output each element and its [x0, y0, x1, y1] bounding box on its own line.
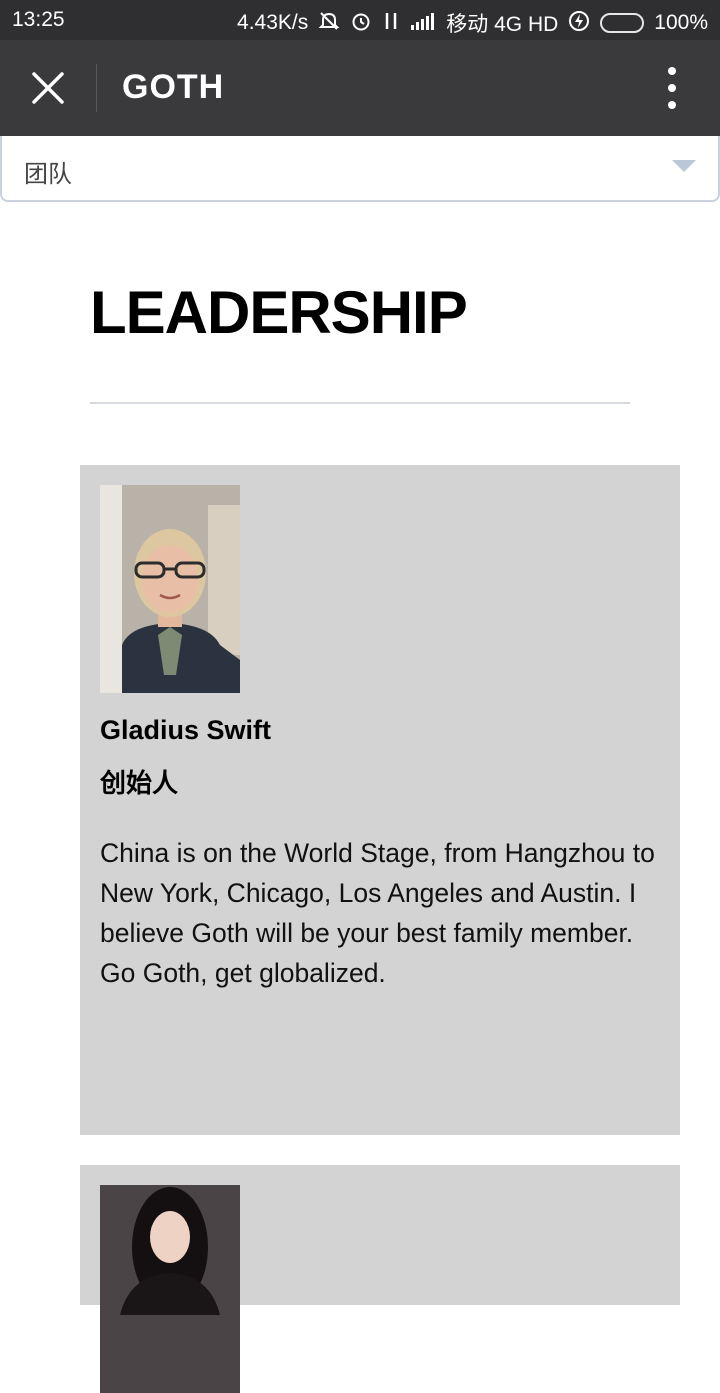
charging-icon	[568, 10, 590, 36]
battery-percent: 100%	[654, 11, 708, 34]
data-arrows-icon	[382, 10, 400, 36]
close-button[interactable]	[18, 58, 78, 118]
battery-icon	[600, 13, 645, 33]
leader-photo	[100, 1185, 240, 1393]
app-title: GOTH	[122, 68, 225, 106]
status-indicators: 4.43K/s 移动 4G HD 100%	[237, 8, 708, 38]
leader-role: 创始人	[100, 768, 179, 798]
leader-photo	[100, 485, 240, 693]
carrier-label: 移动 4G HD	[446, 13, 559, 36]
app-bar: GOTH	[0, 40, 720, 136]
network-speed: 4.43K/s	[237, 11, 309, 34]
section-dropdown[interactable]: 团队	[0, 136, 720, 202]
leader-bio: China is on the World Stage, from Hangzh…	[100, 838, 655, 988]
leader-name: Gladius Swift	[100, 715, 272, 745]
status-bar: 13:25 4.43K/s 移动 4G HD 100%	[0, 0, 720, 40]
close-icon	[32, 72, 64, 104]
status-time: 13:25	[12, 8, 65, 31]
more-vertical-icon	[668, 67, 676, 75]
leader-card	[80, 1165, 680, 1393]
mute-icon	[318, 10, 340, 36]
heading-divider	[90, 402, 630, 404]
app-bar-divider	[96, 64, 97, 112]
dropdown-selected-value: 团队	[24, 161, 72, 188]
alarm-icon	[350, 10, 372, 36]
page-heading: LEADERSHIP	[90, 279, 468, 346]
more-options-button[interactable]	[648, 62, 696, 114]
signal-icon	[410, 11, 436, 35]
chevron-down-icon	[672, 160, 696, 172]
leader-card: Gladius Swift 创始人 China is on the World …	[80, 465, 680, 1135]
